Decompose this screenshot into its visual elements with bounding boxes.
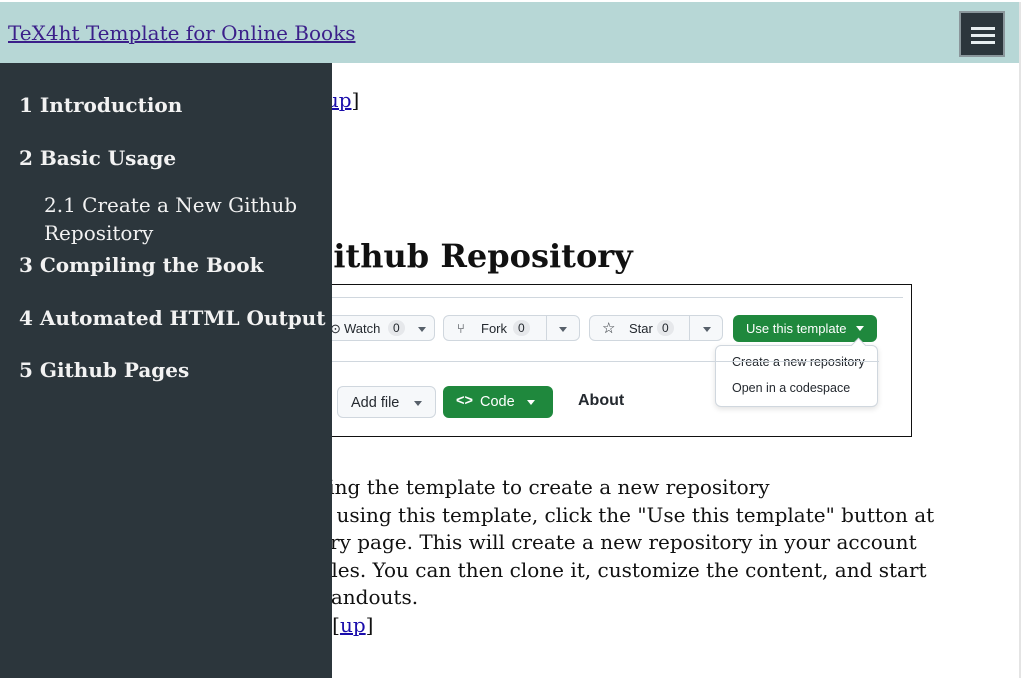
chevron-down-icon [527, 400, 535, 405]
divider [301, 297, 903, 298]
use-template-button: Use this template [733, 315, 877, 342]
star-count: 0 [657, 320, 674, 336]
divider [689, 316, 690, 340]
watch-button: ⊙ Watch 0 [321, 315, 435, 341]
watch-count: 0 [388, 320, 405, 336]
up-link-bottom[interactable]: up [340, 613, 366, 637]
star-label: Star [629, 321, 653, 336]
hamburger-menu-button[interactable] [959, 11, 1005, 57]
use-template-dropdown: Create a new repository Open in a codesp… [715, 337, 878, 407]
dropdown-item-codespace: Open in a codespace [732, 381, 851, 395]
chevron-down-icon [414, 401, 422, 406]
chevron-down-icon [418, 327, 426, 332]
menu-icon-bar [971, 34, 995, 37]
code-label: Code [480, 394, 515, 410]
github-screenshot-figure: ⊙ Watch 0 ⑂ Fork 0 ☆ Star 0 Use this tem… [300, 284, 912, 437]
fork-button: ⑂ Fork 0 [443, 315, 580, 341]
star-button: ☆ Star 0 [589, 315, 723, 341]
bracket: ] [351, 88, 360, 112]
code-button: <> Code [443, 386, 553, 418]
body-line: handouts. [318, 585, 419, 609]
body-line: ory page. This will create a new reposit… [318, 530, 917, 554]
fork-label: Fork [481, 321, 507, 336]
use-template-label: Use this template [746, 321, 847, 336]
bracket: ] [365, 613, 374, 637]
about-heading: About [578, 392, 625, 409]
menu-icon [971, 27, 995, 30]
chevron-down-icon [559, 327, 567, 332]
menu-icon-bar [971, 41, 995, 44]
divider [546, 316, 547, 340]
fork-icon: ⑂ [457, 321, 465, 336]
sidebar-item-compiling[interactable]: 3 Compiling the Book [19, 253, 263, 277]
top-header: TeX4ht Template for Online Books [0, 2, 1021, 63]
sidebar-item-github-pages[interactable]: 5 Github Pages [19, 358, 189, 382]
star-icon: ☆ [602, 320, 616, 337]
add-file-label: Add file [351, 395, 400, 411]
sidebar-item-automated-html[interactable]: 4 Automated HTML Output [19, 306, 325, 330]
body-line: k using this template, click the "Use th… [318, 503, 935, 527]
body-line: sing the template to create a new reposi… [318, 475, 770, 499]
sidebar-item-introduction[interactable]: 1 Introduction [19, 93, 182, 117]
body-line: files. You can then clone it, customize … [318, 558, 927, 582]
fork-count: 0 [513, 320, 530, 336]
divider [301, 361, 879, 362]
watch-label: Watch [344, 321, 381, 336]
sidebar-item-create-repository[interactable]: 2.1 Create a New Github Repository [44, 191, 314, 247]
sidebar-item-basic-usage[interactable]: 2 Basic Usage [19, 146, 176, 170]
chevron-down-icon [856, 326, 864, 331]
site-title-link[interactable]: TeX4ht Template for Online Books [8, 21, 355, 45]
sidebar-toc: 1 Introduction 2 Basic Usage 2.1 Create … [0, 63, 332, 678]
dropdown-item-create: Create a new repository [732, 355, 865, 369]
add-file-button: Add file [337, 386, 436, 418]
chevron-down-icon [703, 327, 711, 332]
code-icon: <> [456, 393, 473, 409]
section-heading: Github Repository [306, 237, 633, 275]
